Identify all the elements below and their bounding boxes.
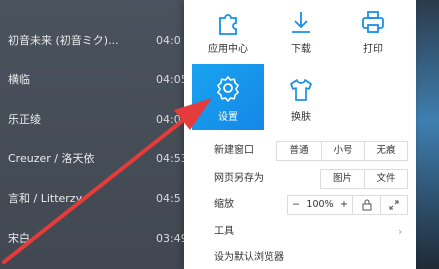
browser-main-menu: 应用中心 下载 打印 设置 换肤 新建窗口 普通 小号 无痕 网页另存为 图片 … [184,0,416,269]
new-window-small-button[interactable]: 小号 [321,142,364,160]
new-window-label: 新建窗口 [214,145,254,156]
song-title: 初音未来 (初音ミク)... [8,34,119,47]
gear-icon [217,76,239,102]
lock-icon [362,199,371,211]
download-button[interactable]: 下载 [265,0,337,66]
save-as-file-button[interactable]: 文件 [364,170,407,188]
print-button[interactable]: 打印 [337,0,409,66]
new-window-normal-button[interactable]: 普通 [277,142,321,160]
song-duration: 04:0 [156,34,181,47]
download-label: 下载 [291,44,311,55]
chevron-right-icon: › [398,225,403,238]
save-as-image-button[interactable]: 图片 [321,170,364,188]
zoom-controls: − 100% + [287,195,408,215]
lock-zoom-button[interactable] [352,196,380,214]
playlist-row[interactable]: 初音未来 (初音ミク)... 04:0 [0,29,200,53]
puzzle-icon [219,14,237,35]
song-title: 宋白 [8,232,30,245]
download-icon [292,12,310,33]
printer-icon [362,11,384,33]
new-window-options: 普通 小号 无痕 [276,141,408,161]
song-duration: 04:53 [156,152,188,165]
tools-row[interactable]: 工具 › [184,221,416,243]
set-default-browser-label: 设为默认浏览器 [214,252,284,263]
song-duration: 04:05 [156,73,188,86]
song-title: 乐正绫 [8,113,41,126]
expand-icon [389,200,399,210]
change-skin-button[interactable]: 换肤 [265,64,337,130]
playlist-background: 初音未来 (初音ミク)... 04:0 横临 04:05 乐正绫 04:0 Cr… [0,0,200,269]
settings-label: 设置 [218,112,238,123]
playlist-row[interactable]: Creuzer / 洛天依 04:53 [0,147,200,171]
tools-label: 工具 [214,226,234,237]
song-title: 言和 / Litterzy [8,192,83,205]
save-page-as-row: 网页另存为 图片 文件 [184,168,416,190]
save-page-as-label: 网页另存为 [214,173,264,184]
new-window-row: 新建窗口 普通 小号 无痕 [184,140,416,162]
fullscreen-button[interactable] [380,196,407,214]
change-skin-label: 换肤 [291,112,311,123]
playlist-row[interactable]: 横临 04:05 [0,68,200,92]
song-title: 横临 [8,73,30,86]
song-duration: 03:49 [156,232,188,245]
app-center-label: 应用中心 [208,44,248,55]
settings-button[interactable]: 设置 [192,64,264,130]
new-window-incognito-button[interactable]: 无痕 [364,142,407,160]
playlist-row[interactable]: 宋白 03:49 [0,227,200,251]
song-duration: 04:0 [156,113,181,126]
app-center-button[interactable]: 应用中心 [192,0,264,66]
save-page-as-options: 图片 文件 [320,169,408,189]
zoom-label: 缩放 [214,199,234,210]
background-image-strip [416,0,439,269]
shirt-icon [290,79,312,101]
song-title: Creuzer / 洛天依 [8,152,95,165]
zoom-in-button[interactable]: + [336,196,352,214]
playlist-row[interactable]: 言和 / Litterzy 04:5 [0,187,200,211]
zoom-out-button[interactable]: − [288,196,304,214]
song-duration: 04:5 [156,192,181,205]
zoom-row: 缩放 − 100% + [184,194,416,216]
playlist-row[interactable]: 乐正绫 04:0 [0,108,200,132]
print-label: 打印 [363,44,383,55]
set-default-browser-row[interactable]: 设为默认浏览器 [184,247,416,269]
zoom-level: 100% [306,199,334,210]
